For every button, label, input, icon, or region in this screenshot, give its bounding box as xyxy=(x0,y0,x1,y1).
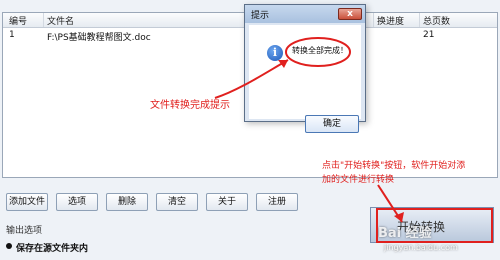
info-dialog: 提示 x i 确定 xyxy=(244,4,366,133)
col-header-filename[interactable]: 文件名 xyxy=(47,14,74,27)
about-button[interactable]: 关于 xyxy=(206,193,248,211)
row-index: 1 xyxy=(9,30,15,40)
dialog-titlebar: 提示 x xyxy=(245,5,365,23)
options-button[interactable]: 选项 xyxy=(56,193,98,211)
dialog-title: 提示 xyxy=(251,11,270,21)
output-options-label: 输出选项 xyxy=(6,226,43,236)
radio-selected-icon[interactable] xyxy=(6,243,12,249)
register-button[interactable]: 注册 xyxy=(256,193,298,211)
dialog-message: 转换全部完成！ xyxy=(292,46,348,55)
watermark-brand: Bai 经验 xyxy=(378,226,432,241)
info-icon: i xyxy=(267,45,283,61)
col-header-pages[interactable]: 总页数 xyxy=(423,14,450,27)
annotation-start-line1: 点击"开始转换"按钮，软件开始对添 xyxy=(322,161,466,171)
close-icon[interactable]: x xyxy=(338,8,362,20)
delete-button[interactable]: 删除 xyxy=(106,193,148,211)
col-header-progress[interactable]: 换进度 xyxy=(377,14,404,27)
row-pages: 21 xyxy=(423,30,435,40)
dialog-body: i 确定 xyxy=(249,25,361,133)
row-filename: F:\PS基础教程帮图文.doc xyxy=(47,33,151,43)
col-header-index[interactable]: 编号 xyxy=(9,14,27,27)
clear-button[interactable]: 清空 xyxy=(156,193,198,211)
save-in-source-label: 保存在源文件夹内 xyxy=(16,244,89,254)
ok-button[interactable]: 确定 xyxy=(305,115,359,133)
converter-window: 编号 文件名 换进度 总页数 1 F:\PS基础教程帮图文.doc 21 添加文… xyxy=(0,0,500,260)
annotation-done: 文件转换完成提示 xyxy=(150,100,230,111)
add-file-button[interactable]: 添加文件 xyxy=(6,193,48,211)
annotation-start-line2: 加的文件进行转换 xyxy=(322,175,395,185)
watermark-url: jingyan.baidu.com xyxy=(384,243,458,252)
